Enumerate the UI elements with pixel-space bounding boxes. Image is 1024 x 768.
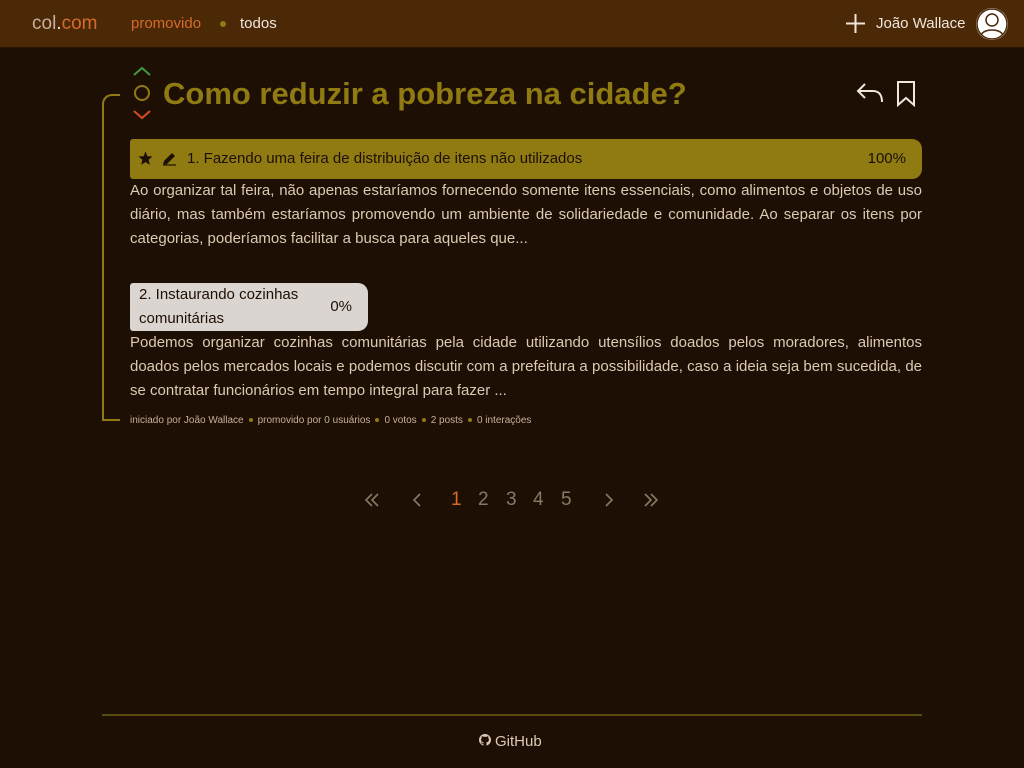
option-1-label: 1. Fazendo uma feira de distribuição de … (187, 150, 583, 167)
chevron-left-icon[interactable] (410, 492, 426, 508)
user-avatar[interactable] (976, 8, 1008, 40)
meta-separator (467, 418, 472, 423)
meta-separator (375, 418, 380, 423)
option-2-percent: 0% (330, 298, 352, 315)
post-meta: iniciado por João Wallace promovido por 0… (130, 414, 531, 428)
chevron-down-icon[interactable] (132, 109, 152, 121)
nav-promovido[interactable]: promovido (131, 14, 201, 34)
github-label: GitHub (495, 733, 542, 750)
meta-interactions: 0 interações (476, 415, 532, 426)
user-avatar-icon (976, 8, 1008, 40)
brand-tld: com (61, 13, 98, 34)
github-link[interactable]: GitHub (478, 732, 542, 752)
star-icon[interactable] (138, 151, 153, 166)
post-bracket (102, 94, 120, 421)
option-1-description: Ao organizar tal feira, não apenas estar… (130, 182, 922, 247)
brand-main: col (32, 13, 57, 34)
page-3[interactable]: 3 (506, 488, 517, 512)
bookmark-icon[interactable] (896, 80, 916, 107)
brand-logo[interactable]: col.com (32, 12, 97, 36)
meta-promoted-by: promovido por 0 usuários (257, 415, 371, 426)
pencil-icon[interactable] (162, 151, 177, 166)
page-5[interactable]: 5 (561, 488, 572, 512)
page-1[interactable]: 1 (451, 488, 462, 512)
meta-posts: 2 posts (430, 415, 463, 426)
double-chevron-left-icon[interactable] (364, 492, 380, 508)
option-2-description: Podemos organizar cozinhas comunitárias … (130, 334, 922, 399)
option-2-label: 2. Instaurando cozinhas comunitárias (139, 286, 299, 327)
meta-votes: 0 votos (384, 415, 417, 426)
meta-separator (421, 418, 426, 423)
nav-separator-dot (220, 21, 226, 27)
user-name[interactable]: João Wallace (876, 14, 966, 34)
nav-todos[interactable]: todos (240, 14, 277, 34)
meta-separator (248, 418, 253, 423)
footer-divider (102, 714, 922, 716)
chevron-right-icon[interactable] (600, 492, 616, 508)
chevron-up-icon[interactable] (132, 65, 152, 77)
top-navbar: col.com promovido todos João Wallace (0, 0, 1024, 48)
double-chevron-right-icon[interactable] (643, 492, 659, 508)
option-2-bar[interactable]: 2. Instaurando cozinhas comunitárias 0% (130, 283, 368, 331)
page-2[interactable]: 2 (478, 488, 489, 512)
post-title[interactable]: Como reduzir a pobreza na cidade? (163, 74, 687, 114)
vote-neutral-button[interactable] (134, 85, 150, 101)
meta-started-by[interactable]: iniciado por João Wallace (130, 415, 244, 426)
pagination: 1 2 3 4 5 (0, 488, 1024, 512)
plus-icon[interactable] (845, 13, 866, 34)
option-1-percent: 100% (867, 150, 906, 167)
page-4[interactable]: 4 (533, 488, 544, 512)
reply-arrow-icon[interactable] (856, 80, 884, 106)
option-1-bar[interactable]: 1. Fazendo uma feira de distribuição de … (130, 139, 922, 179)
github-icon (479, 734, 491, 746)
